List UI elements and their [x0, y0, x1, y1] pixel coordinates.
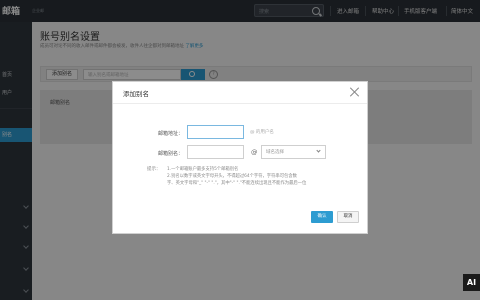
email-field-hint: @ 的用户名: [250, 130, 274, 135]
alias-field[interactable]: [187, 145, 244, 159]
tips-label: 提示：: [147, 167, 161, 172]
cancel-button[interactable]: 取消: [337, 211, 359, 223]
tip-line: 1.一个邮箱账户最多支持5个邮箱别名: [167, 167, 239, 172]
alias-field-label: 邮箱别名：: [157, 151, 183, 157]
tip-line: 字、英文字母和"_" "-" "."，其中"-" "."不能连续出现且不能作为最…: [167, 181, 307, 186]
close-icon[interactable]: [349, 86, 361, 98]
dialog-title: 添加别名: [123, 90, 149, 98]
confirm-button[interactable]: 确认: [311, 211, 333, 223]
add-alias-dialog: 添加别名 邮箱地址： @ 的用户名 邮箱别名： @ 域名选择 提示： 1.一个邮…: [112, 81, 368, 234]
domain-select-value: 域名选择: [266, 150, 284, 155]
ai-badge-icon[interactable]: AI: [463, 274, 480, 291]
tip-line: 2.别名以数字或英文字母开头，不得超过64个字符，字符串可包含数: [167, 174, 297, 179]
chevron-down-icon: [316, 148, 321, 153]
email-field[interactable]: [187, 125, 244, 139]
dialog-divider: [113, 103, 367, 104]
domain-select[interactable]: 域名选择: [261, 145, 326, 159]
email-field-label: 邮箱地址：: [157, 131, 183, 137]
at-sign: @: [251, 148, 258, 156]
